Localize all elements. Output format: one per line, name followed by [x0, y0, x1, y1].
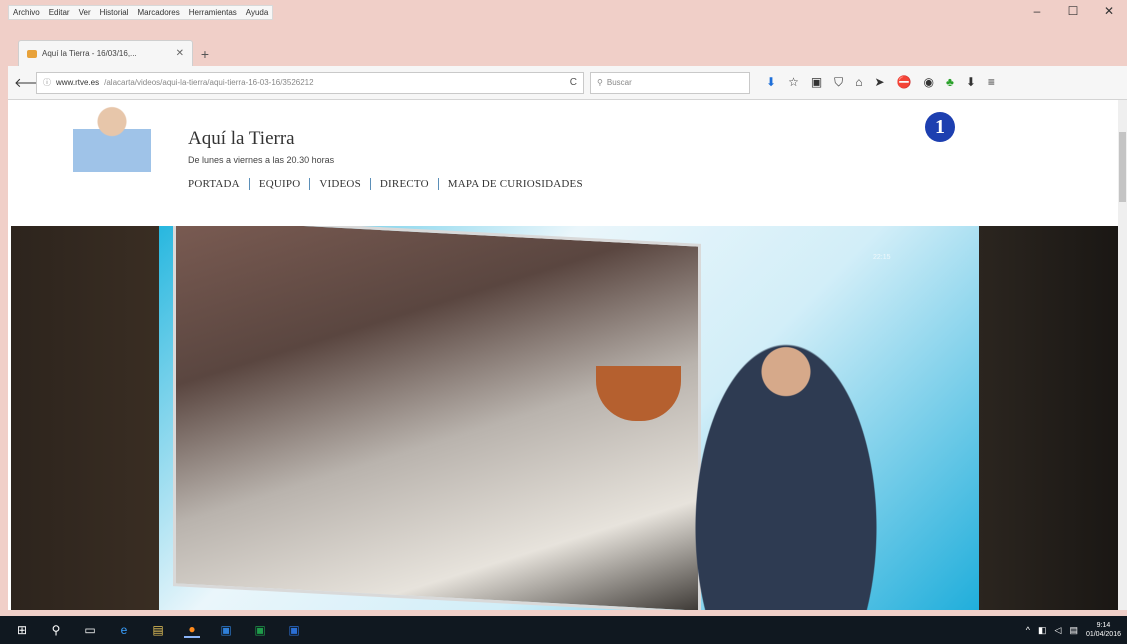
- site-subtitle: De lunes a viernes a las 20.30 horas: [188, 155, 335, 165]
- web-page: Aquí la Tierra De lunes a viernes a las …: [8, 100, 1119, 610]
- windows-start-icon[interactable]: ⊞: [14, 622, 30, 638]
- close-window-button[interactable]: ✕: [1091, 4, 1127, 18]
- addon-icon[interactable]: ♣: [946, 75, 954, 90]
- edge-icon[interactable]: e: [116, 622, 132, 638]
- presenter-figure: [691, 336, 881, 610]
- adblock-icon[interactable]: ⛔: [897, 75, 912, 90]
- menu-editar[interactable]: Editar: [49, 8, 70, 17]
- downloads-icon[interactable]: ⬇: [766, 75, 776, 90]
- extension-icon[interactable]: ◉: [923, 75, 933, 90]
- search-icon: ⚲: [597, 78, 603, 87]
- menu-ayuda[interactable]: Ayuda: [246, 8, 269, 17]
- reload-icon[interactable]: C: [570, 77, 577, 88]
- window-controls: – ☐ ✕: [1019, 4, 1127, 18]
- menu-herramientas[interactable]: Herramientas: [189, 8, 237, 17]
- excel-icon[interactable]: ▣: [252, 622, 268, 638]
- presenter-avatar[interactable]: [73, 100, 151, 172]
- clock-date: 01/04/2016: [1085, 631, 1121, 638]
- menu-ver[interactable]: Ver: [79, 8, 91, 17]
- menu-historial[interactable]: Historial: [100, 8, 129, 17]
- volume-icon[interactable]: ◁: [1055, 625, 1062, 636]
- network-icon[interactable]: ◧: [1038, 625, 1047, 636]
- back-arrow-icon[interactable]: 🡐: [14, 75, 49, 91]
- menu-archivo[interactable]: Archivo: [13, 8, 40, 17]
- url-path: /alacarta/videos/aqui-la-tierra/aqui-tie…: [104, 78, 314, 87]
- close-tab-icon[interactable]: ✕: [176, 48, 184, 59]
- word-icon[interactable]: ▣: [286, 622, 302, 638]
- favicon-icon: [27, 49, 37, 58]
- search-bar[interactable]: ⚲ Buscar: [590, 71, 750, 94]
- screen: Archivo Editar Ver Historial Marcadores …: [0, 0, 1127, 644]
- url-host: www.rtve.es: [56, 78, 100, 87]
- video-overlay-time: 22:15: [873, 254, 891, 261]
- library-icon[interactable]: ▣: [811, 75, 822, 90]
- scrollbar-thumb[interactable]: [1119, 132, 1126, 202]
- search-icon[interactable]: ⚲: [48, 622, 64, 638]
- page-scrollbar[interactable]: [1118, 100, 1127, 610]
- tray-chevron-icon[interactable]: ^: [1026, 625, 1030, 635]
- home-icon[interactable]: ⌂: [855, 75, 862, 90]
- menu-hamburger-icon[interactable]: ≡: [988, 75, 995, 90]
- pocket-icon[interactable]: ⛉: [834, 75, 843, 90]
- menubar: Archivo Editar Ver Historial Marcadores …: [0, 0, 1127, 24]
- nav-mapa-de-curiosidades[interactable]: MAPA DE CURIOSIDADES: [437, 178, 592, 190]
- tab-title: Aquí la Tierra - 16/03/16,...: [42, 49, 137, 58]
- send-icon[interactable]: ➤: [874, 75, 884, 90]
- info-icon[interactable]: ⓘ: [43, 77, 51, 88]
- video-left-edge: [11, 226, 166, 610]
- tab-strip: Aquí la Tierra - 16/03/16,... ✕ +: [18, 38, 217, 66]
- clock[interactable]: 9:14 01/04/2016: [1086, 621, 1121, 639]
- task-view-icon[interactable]: ▭: [82, 622, 98, 638]
- navigation-bar: 🡐 ⓘ www.rtve.es/alacarta/videos/aqui-la-…: [8, 66, 1127, 100]
- tve1-logo[interactable]: 1: [925, 112, 955, 142]
- nav-directo[interactable]: DIRECTO: [369, 178, 438, 190]
- nav-videos[interactable]: VIDEOS: [309, 178, 370, 190]
- url-bar[interactable]: ⓘ www.rtve.es/alacarta/videos/aqui-la-ti…: [36, 71, 584, 94]
- minimize-button[interactable]: –: [1019, 4, 1055, 18]
- nav-portada[interactable]: PORTADA: [188, 178, 249, 190]
- toolbar-icons: ⬇ ☆ ▣ ⛉ ⌂ ➤ ⛔ ◉ ♣ ⬇ ≡: [766, 75, 995, 90]
- download-arrow-icon[interactable]: ⬇: [966, 75, 976, 90]
- menu-list: Archivo Editar Ver Historial Marcadores …: [8, 4, 274, 20]
- video-player[interactable]: 22:15: [11, 226, 1119, 610]
- site-title[interactable]: Aquí la Tierra: [188, 128, 295, 150]
- firefox-icon[interactable]: ●: [184, 622, 200, 638]
- system-tray: ^ ◧ ◁ ▤ 9:14 01/04/2016: [1026, 616, 1121, 644]
- search-placeholder: Buscar: [606, 78, 632, 87]
- clock-time: 9:14: [1096, 622, 1111, 629]
- taskbar: ⊞ ⚲ ▭ e ▤ ● ▣ ▣ ▣: [0, 616, 1127, 644]
- bookmark-star-icon[interactable]: ☆: [788, 75, 799, 90]
- file-explorer-icon[interactable]: ▤: [150, 622, 166, 638]
- menu-marcadores[interactable]: Marcadores: [138, 8, 180, 17]
- browser-tab-active[interactable]: Aquí la Tierra - 16/03/16,... ✕: [18, 40, 193, 66]
- outlook-icon[interactable]: ▣: [218, 622, 234, 638]
- site-navigation: PORTADA EQUIPO VIDEOS DIRECTO MAPA DE CU…: [188, 178, 592, 190]
- maximize-button[interactable]: ☐: [1055, 4, 1091, 18]
- new-tab-button[interactable]: +: [193, 42, 217, 66]
- nav-equipo[interactable]: EQUIPO: [248, 178, 310, 190]
- video-right-edge: [979, 226, 1119, 610]
- notifications-icon[interactable]: ▤: [1069, 625, 1078, 636]
